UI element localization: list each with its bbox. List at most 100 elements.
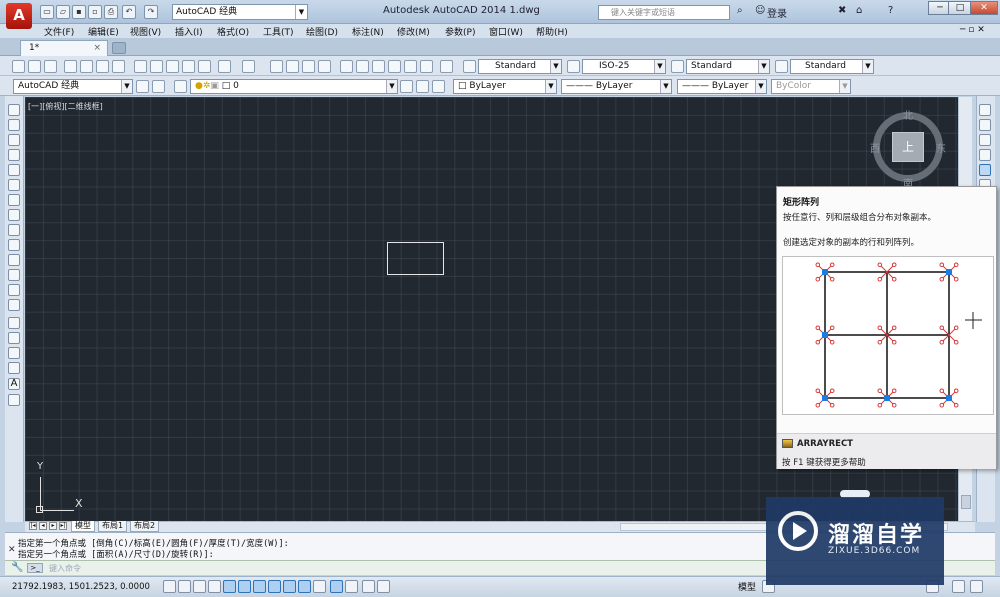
quick-properties-icon[interactable] xyxy=(345,580,358,593)
multiline-text-icon[interactable]: A xyxy=(8,378,20,390)
binoculars-icon[interactable]: ⌕ xyxy=(737,5,743,16)
polar-tracking-icon[interactable] xyxy=(223,580,236,593)
hatch-icon[interactable] xyxy=(8,317,20,329)
drawn-rectangle[interactable] xyxy=(387,242,444,275)
customize-icon[interactable] xyxy=(152,80,165,93)
table-style-dropdown[interactable]: Standard ▼ xyxy=(686,59,770,74)
viewcube-west[interactable]: 西 xyxy=(870,140,880,155)
lineweight-dropdown[interactable]: ——— ByLayer ▼ xyxy=(677,79,767,94)
viewcube-north[interactable]: 北 xyxy=(903,107,913,122)
cut-icon[interactable] xyxy=(134,60,147,73)
line-icon[interactable] xyxy=(8,104,20,116)
open-icon[interactable]: ▱ xyxy=(56,5,70,19)
ellipse-arc-icon[interactable] xyxy=(8,254,20,266)
polyline-icon[interactable] xyxy=(8,134,20,146)
polygon-icon[interactable] xyxy=(8,149,20,161)
3d-object-snap-icon[interactable] xyxy=(253,580,266,593)
workspace-dropdown[interactable]: AutoCAD 经典 ▼ xyxy=(172,4,308,20)
table-style-icon[interactable] xyxy=(671,60,684,73)
layer-previous-icon[interactable] xyxy=(416,80,429,93)
layer-state-icon[interactable] xyxy=(432,80,445,93)
linetype-dropdown[interactable]: ——— ByLayer ▼ xyxy=(561,79,672,94)
transparency-icon[interactable] xyxy=(330,580,343,593)
help-icon[interactable] xyxy=(440,60,453,73)
design-center-icon[interactable] xyxy=(356,60,369,73)
quickcalc-icon[interactable] xyxy=(420,60,433,73)
wrench-icon[interactable]: 🔧 xyxy=(11,562,23,573)
insert-block-icon[interactable] xyxy=(8,269,20,281)
menu-dimension[interactable]: 标注(N) xyxy=(352,25,384,38)
menu-view[interactable]: 视图(V) xyxy=(130,25,161,38)
copy-object-icon[interactable] xyxy=(979,119,991,131)
model-space-toggle[interactable]: 模型 xyxy=(738,580,756,593)
print-icon[interactable]: ⎙ xyxy=(104,5,118,19)
zoom-previous-icon[interactable] xyxy=(318,60,331,73)
paste-icon[interactable] xyxy=(166,60,179,73)
circle-icon[interactable] xyxy=(8,194,20,206)
open-icon[interactable] xyxy=(28,60,41,73)
text-style-icon[interactable] xyxy=(463,60,476,73)
clean-screen-icon[interactable] xyxy=(970,580,983,593)
prev-tab-icon[interactable]: ◂ xyxy=(39,522,47,530)
menu-file[interactable]: 文件(F) xyxy=(44,25,74,38)
grid-display-icon[interactable] xyxy=(193,580,206,593)
3d-print-icon[interactable] xyxy=(112,60,125,73)
array-icon[interactable] xyxy=(979,164,991,176)
menu-insert[interactable]: 插入(I) xyxy=(175,25,203,38)
selection-cycling-icon[interactable] xyxy=(362,580,375,593)
tab-layout2[interactable]: 布局2 xyxy=(130,521,160,532)
annotation-monitor-icon[interactable] xyxy=(377,580,390,593)
table-icon[interactable] xyxy=(8,362,20,374)
help-icon[interactable]: ? xyxy=(888,5,893,16)
dim-style-dropdown[interactable]: ISO-25 ▼ xyxy=(582,59,666,74)
mleader-style-dropdown[interactable]: Standard ▼ xyxy=(790,59,874,74)
user-icon[interactable]: ☺ xyxy=(755,5,765,16)
viewcube-top-face[interactable]: 上 xyxy=(892,132,924,162)
tab-drawing-1[interactable]: 1* × xyxy=(20,40,108,56)
new-icon[interactable]: ▭ xyxy=(40,5,54,19)
workspace-settings-icon[interactable] xyxy=(136,80,149,93)
tab-model[interactable]: 模型 xyxy=(71,521,95,532)
menu-draw[interactable]: 绘图(D) xyxy=(306,25,338,38)
text-style-dropdown[interactable]: Standard ▼ xyxy=(478,59,562,74)
dim-style-icon[interactable] xyxy=(567,60,580,73)
save-icon[interactable] xyxy=(44,60,57,73)
properties-icon[interactable] xyxy=(340,60,353,73)
viewcube-east[interactable]: 东 xyxy=(936,140,946,155)
mleader-style-icon[interactable] xyxy=(775,60,788,73)
arc-icon[interactable] xyxy=(8,179,20,191)
menu-help[interactable]: 帮助(H) xyxy=(536,25,568,38)
close-icon[interactable]: × xyxy=(93,41,101,56)
application-menu-button[interactable]: A xyxy=(6,3,32,29)
offset-icon[interactable] xyxy=(979,149,991,161)
spline-icon[interactable] xyxy=(8,224,20,236)
ellipse-icon[interactable] xyxy=(8,239,20,251)
doc-window-controls[interactable]: ─ ▫ ✕ xyxy=(960,25,985,35)
save-icon[interactable]: ▪ xyxy=(72,5,86,19)
home-icon[interactable]: ⌂ xyxy=(856,5,862,16)
lineweight-toggle-icon[interactable] xyxy=(313,580,326,593)
zoom-realtime-icon[interactable] xyxy=(286,60,299,73)
scroll-thumb[interactable] xyxy=(961,495,971,509)
ortho-mode-icon[interactable] xyxy=(208,580,221,593)
snap-mode-icon[interactable] xyxy=(178,580,191,593)
maximize-button[interactable]: □ xyxy=(948,1,972,15)
last-tab-icon[interactable]: ▸| xyxy=(59,522,67,530)
object-snap-tracking-icon[interactable] xyxy=(268,580,281,593)
dynamic-input-icon[interactable] xyxy=(298,580,311,593)
tab-layout1[interactable]: 布局1 xyxy=(98,521,128,532)
rectangle-icon[interactable] xyxy=(8,164,20,176)
workspace-combo[interactable]: AutoCAD 经典 ▼ xyxy=(13,79,133,94)
login-link[interactable]: 登录 xyxy=(767,5,787,20)
close-command-icon[interactable]: ✕ xyxy=(8,545,16,555)
layer-properties-icon[interactable] xyxy=(174,80,187,93)
next-tab-icon[interactable]: ▸ xyxy=(49,522,57,530)
region-icon[interactable] xyxy=(8,347,20,359)
command-prompt-icon[interactable]: >_ xyxy=(27,563,43,573)
new-tab-button[interactable] xyxy=(112,42,126,54)
menu-edit[interactable]: 编辑(E) xyxy=(88,25,119,38)
menu-window[interactable]: 窗口(W) xyxy=(489,25,523,38)
undo-icon[interactable]: ↶ xyxy=(122,5,136,19)
point-icon[interactable] xyxy=(8,299,20,311)
search-input[interactable]: 键入关键字或短语 xyxy=(598,5,730,20)
